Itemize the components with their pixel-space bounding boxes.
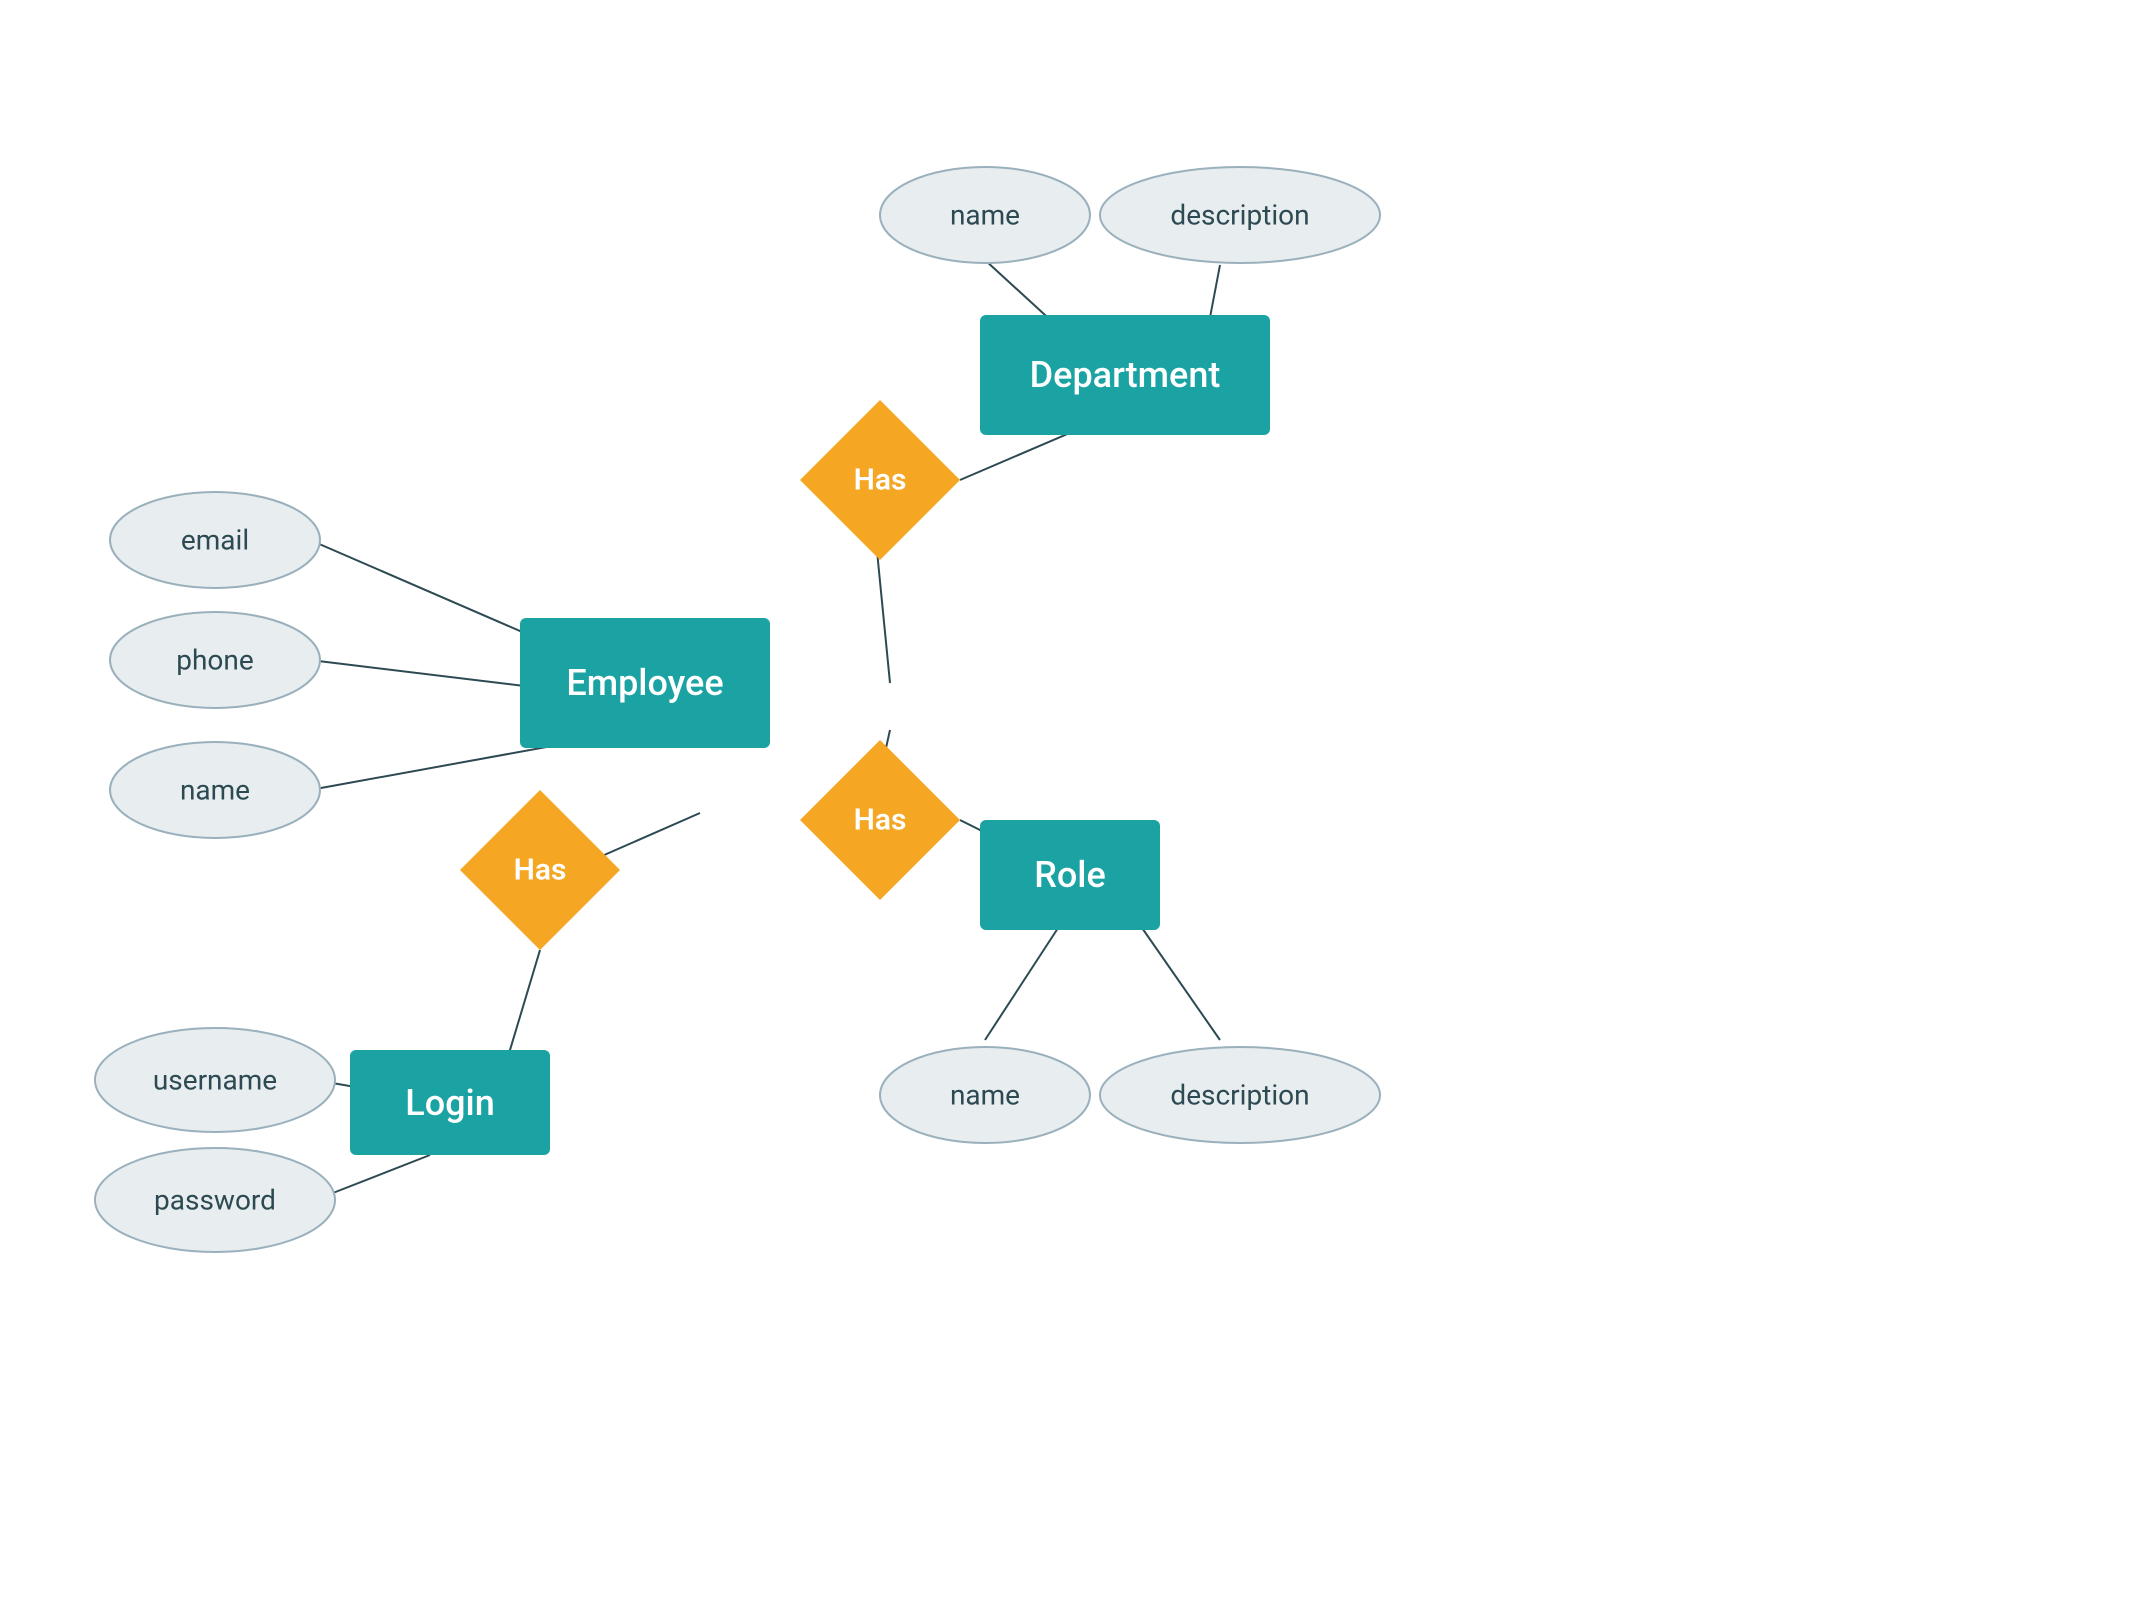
entity-login-label: Login bbox=[405, 1082, 495, 1124]
entity-department-label: Department bbox=[1030, 354, 1221, 396]
attr-deptname-label: name bbox=[950, 199, 1020, 232]
diamond-haslogin-label: Has bbox=[514, 853, 567, 888]
attr-phone-label: phone bbox=[176, 644, 253, 677]
attr-password-label: password bbox=[154, 1184, 276, 1217]
attr-roledesc-label: description bbox=[1170, 1079, 1309, 1112]
line-role-desc bbox=[1140, 925, 1220, 1040]
diamond-hasdept-label: Has bbox=[854, 463, 907, 498]
diamond-hasrole-label: Has bbox=[854, 803, 907, 838]
entity-employee-label: Employee bbox=[566, 662, 723, 704]
attr-username-label: username bbox=[153, 1064, 277, 1097]
attr-deptdesc-label: description bbox=[1170, 199, 1309, 232]
line-role-name bbox=[985, 925, 1060, 1040]
attr-rolename-label: name bbox=[950, 1079, 1020, 1112]
attr-email-label: email bbox=[181, 524, 249, 557]
entity-role-label: Role bbox=[1034, 854, 1106, 896]
attr-empname-label: name bbox=[180, 774, 250, 807]
